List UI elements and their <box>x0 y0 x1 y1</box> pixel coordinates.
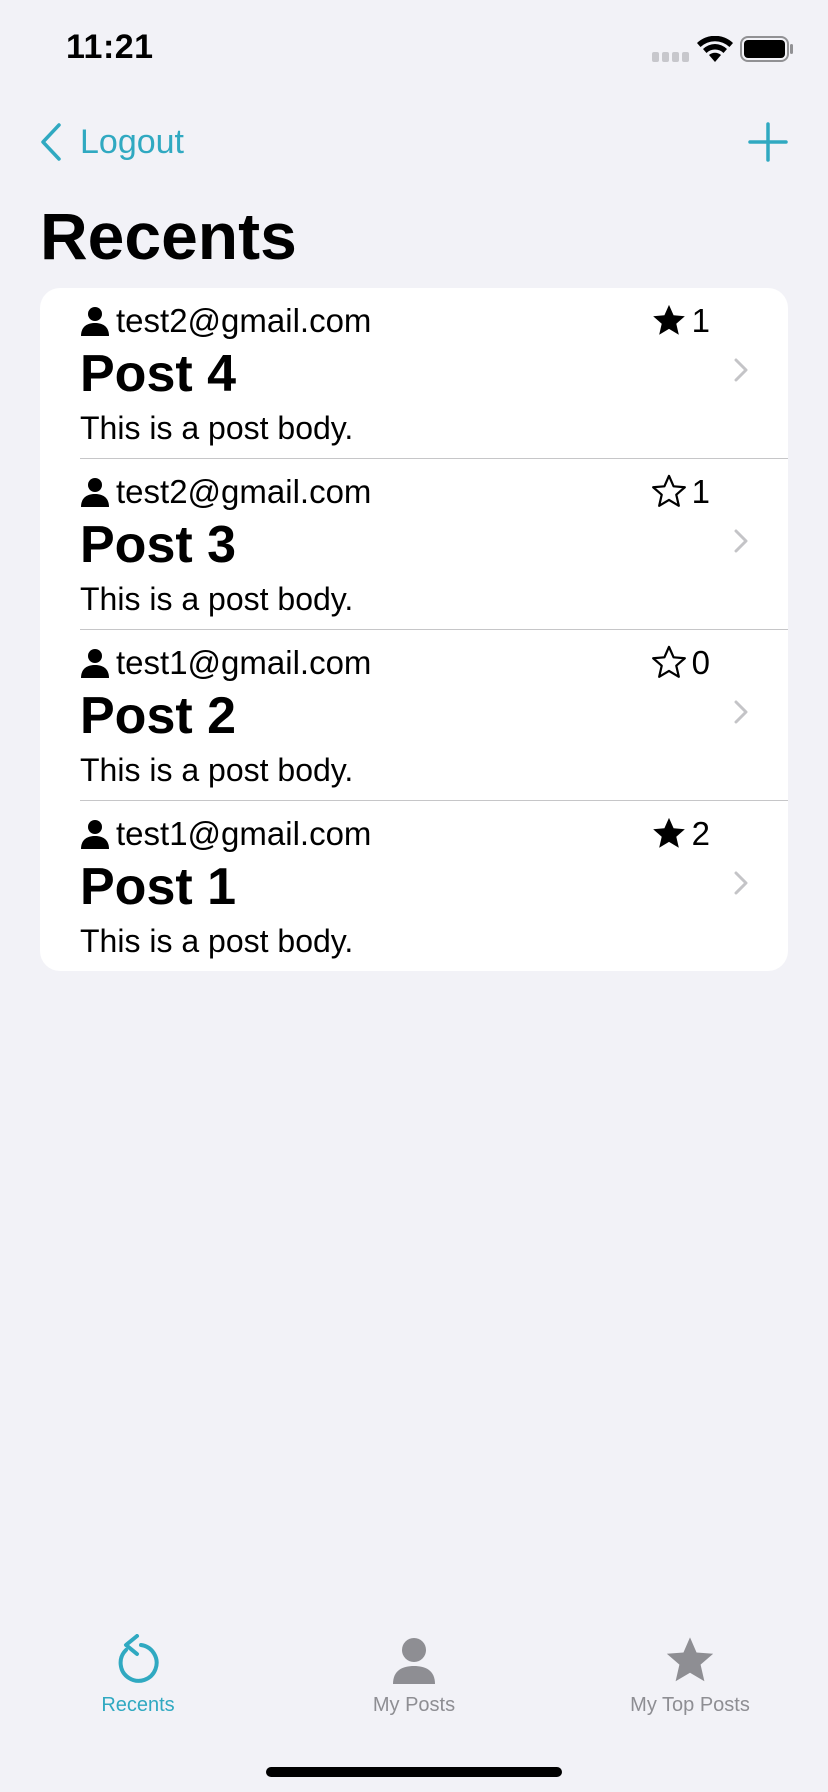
post-title: Post 4 <box>80 345 237 403</box>
post-author-email: test2@gmail.com <box>116 302 372 339</box>
post-star-count: 2 <box>691 815 710 852</box>
post-body: This is a post body. <box>80 752 354 788</box>
post-rating[interactable]: 1 <box>650 473 710 511</box>
star-outline-icon <box>651 645 686 678</box>
post-title: Post 2 <box>80 687 237 745</box>
person-icon <box>81 307 109 336</box>
person-icon <box>81 478 109 507</box>
post-title: Post 3 <box>80 516 237 574</box>
post-star-count: 0 <box>691 644 710 681</box>
status-bar: 11:21 <box>0 0 828 100</box>
tab-recents[interactable]: Recents <box>38 1634 238 1717</box>
chevron-left-icon <box>41 123 61 161</box>
star-filled-icon <box>652 817 685 848</box>
posts-list: test2@gmail.com 1 Post 4 This is a post … <box>40 288 788 971</box>
chevron-right-icon <box>734 529 748 553</box>
cellular-signal-icon <box>652 52 689 62</box>
chevron-right-icon <box>734 871 748 895</box>
recents-icon <box>118 1634 159 1683</box>
person-icon <box>393 1638 435 1684</box>
battery-icon <box>740 36 793 62</box>
tab-label: My Top Posts <box>630 1694 750 1716</box>
tab-my-posts[interactable]: My Posts <box>314 1634 514 1717</box>
tab-label: My Posts <box>372 1694 456 1716</box>
plus-icon <box>748 122 788 162</box>
tab-my-top-posts[interactable]: My Top Posts <box>590 1634 790 1717</box>
person-icon <box>81 649 109 678</box>
logout-button[interactable]: Logout <box>40 118 184 166</box>
tab-label: Recents <box>101 1694 175 1716</box>
post-author-email: test1@gmail.com <box>116 644 372 681</box>
post-title: Post 1 <box>80 858 237 916</box>
post-rating[interactable]: 2 <box>650 815 710 853</box>
post-row[interactable]: test2@gmail.com 1 Post 3 This is a post … <box>40 459 788 630</box>
post-star-count: 1 <box>691 302 710 339</box>
star-filled-icon <box>652 304 685 335</box>
post-author: test1@gmail.com <box>80 815 371 853</box>
post-author-email: test2@gmail.com <box>116 473 372 510</box>
post-author-email: test1@gmail.com <box>116 815 372 852</box>
post-row[interactable]: test2@gmail.com 1 Post 4 This is a post … <box>40 288 788 459</box>
page-title: Recents <box>40 199 297 273</box>
post-author: test2@gmail.com <box>80 473 371 511</box>
logout-label: Logout <box>80 122 184 161</box>
person-icon <box>81 820 109 849</box>
chevron-right-icon <box>734 358 748 382</box>
post-author: test1@gmail.com <box>80 644 371 682</box>
chevron-right-icon <box>734 700 748 724</box>
post-row[interactable]: test1@gmail.com 0 Post 2 This is a post … <box>40 630 788 801</box>
post-rating[interactable]: 1 <box>650 302 710 340</box>
home-indicator <box>266 1767 562 1777</box>
star-outline-icon <box>651 474 686 507</box>
wifi-icon <box>697 36 733 62</box>
add-post-button[interactable] <box>744 118 792 166</box>
status-time: 11:21 <box>66 28 154 66</box>
post-rating[interactable]: 0 <box>650 644 710 682</box>
star-icon <box>666 1637 714 1682</box>
post-body: This is a post body. <box>80 410 354 446</box>
post-row[interactable]: test1@gmail.com 2 Post 1 This is a post … <box>40 801 788 971</box>
post-author: test2@gmail.com <box>80 302 371 340</box>
post-star-count: 1 <box>691 473 710 510</box>
post-body: This is a post body. <box>80 923 354 959</box>
post-body: This is a post body. <box>80 581 354 617</box>
